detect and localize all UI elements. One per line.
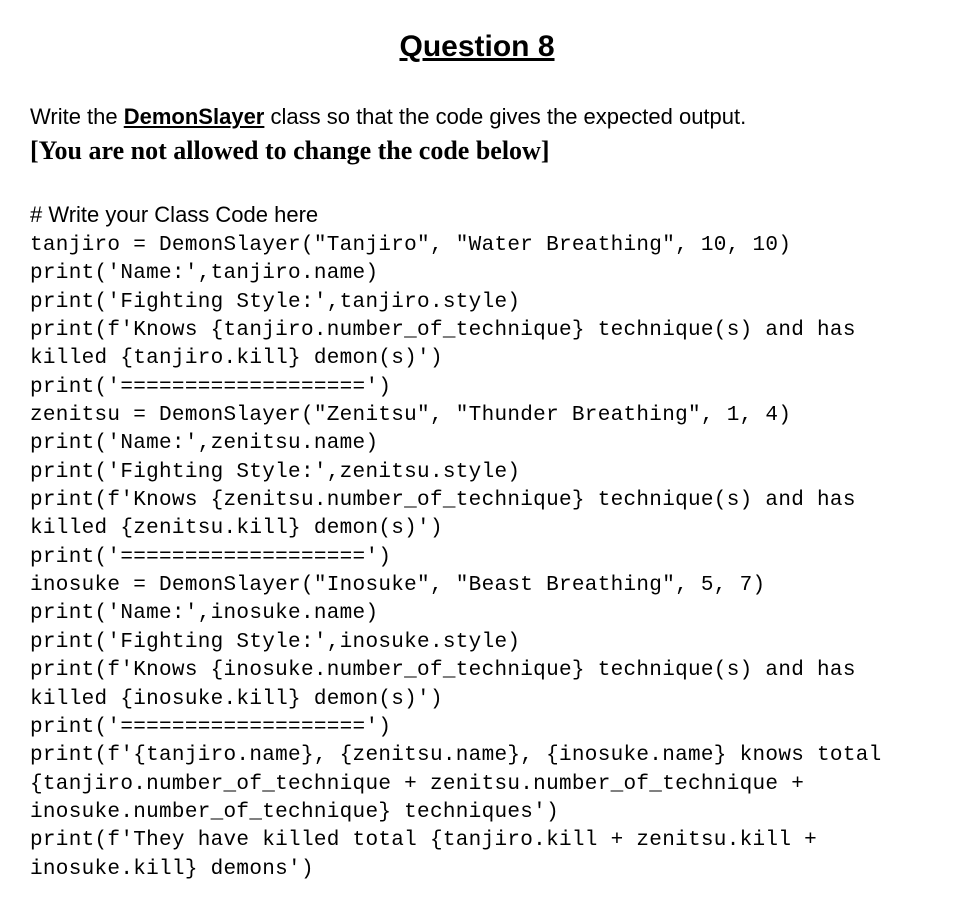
question-title: Question 8 (30, 30, 924, 64)
instruction-suffix: class so that the code gives the expecte… (264, 104, 746, 129)
instruction-prefix: Write the (30, 104, 124, 129)
restriction-line: [You are not allowed to change the code … (30, 136, 924, 166)
instruction-class-name: DemonSlayer (124, 104, 265, 129)
code-comment: # Write your Class Code here (30, 202, 924, 228)
code-block: tanjiro = DemonSlayer("Tanjiro", "Water … (30, 232, 924, 884)
instruction-line: Write the DemonSlayer class so that the … (30, 104, 924, 130)
